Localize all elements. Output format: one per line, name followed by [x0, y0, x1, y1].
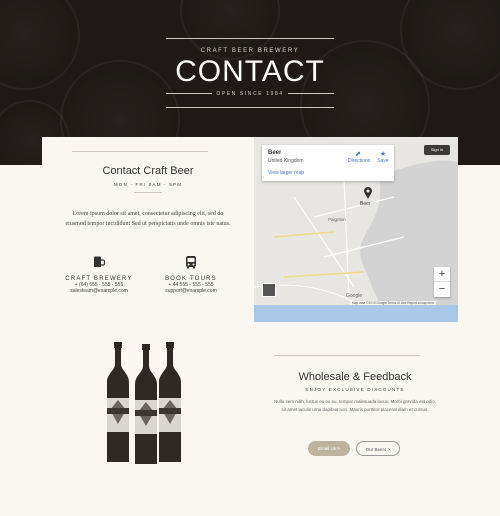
hero-kicker: CRAFT BEER BREWERY [200, 48, 300, 54]
directions-label: Directions [348, 158, 371, 164]
our-beers-button[interactable]: Our Beers > [356, 441, 400, 456]
brewery-contact: CRAFT BREWERY + (64) 555 - 555 - 555 sal… [54, 255, 144, 294]
wholesale-heading: Wholesale & Feedback [298, 371, 412, 383]
directions-icon: ⬈ [355, 151, 361, 158]
hero-subtitle-text: OPEN SINCE 1984 [212, 91, 288, 97]
map-place-label: Paignton [328, 217, 346, 222]
star-icon: ★ [379, 151, 387, 158]
hero-bottom-line [166, 107, 334, 108]
save-label: Save [377, 158, 389, 164]
google-map[interactable]: Beer United Kingdom View larger map ⬈ Di… [254, 137, 458, 322]
beer-bottles-image [107, 342, 181, 464]
wholesale-subtitle: ENJOY EXCLUSIVE DISCOUNTS [305, 387, 405, 392]
view-larger-map-link[interactable]: View larger map [268, 170, 388, 176]
contact-description: Lorem ipsum dolor sit amet, consectetur … [65, 211, 231, 227]
beer-mug-icon [94, 256, 106, 267]
hero-top-line [166, 38, 334, 39]
zoom-in-button[interactable]: + [434, 267, 450, 282]
hero-subtitle: OPEN SINCE 1984 [0, 91, 500, 97]
opening-hours: MON - FRI 8AM - 5PM [113, 182, 183, 187]
bottle-right [159, 342, 181, 462]
bus-icon [186, 256, 196, 269]
map-pin-icon[interactable] [364, 187, 372, 199]
directions-button[interactable]: ⬈ Directions [348, 150, 371, 164]
bottle-middle [135, 344, 157, 464]
map-attribution[interactable]: Map data ©2019 Google Terms of Use Repor… [350, 301, 437, 305]
email-us-button[interactable]: Email Us > [308, 441, 350, 456]
map-sign-in-button[interactable]: Sign in [424, 145, 450, 155]
contact-card: Contact Craft Beer MON - FRI 8AM - 5PM L… [42, 137, 254, 323]
save-button[interactable]: ★ Save [374, 150, 392, 164]
zoom-controls: + − [434, 267, 450, 297]
zoom-out-button[interactable]: − [434, 282, 450, 297]
brewery-email[interactable]: salesteam@example.com [54, 288, 144, 294]
wholesale-description: Nulla sem nibh, luctus eu ex eu, tempor … [273, 399, 437, 412]
page-title: CONTACT [175, 55, 325, 88]
google-watermark: Google [346, 293, 363, 299]
divider [274, 355, 420, 356]
map-pin-label: Beer [360, 201, 371, 207]
bottle-left [107, 342, 129, 462]
tours-contact: BOOK TOURS + 44 555 - 555 - 555 support@… [146, 255, 236, 294]
map-type-thumbnail[interactable] [262, 283, 276, 297]
popup-title: Beer [268, 150, 282, 156]
divider [134, 192, 162, 193]
map-info-popup: Beer United Kingdom View larger map ⬈ Di… [262, 145, 394, 181]
divider [72, 151, 208, 152]
tours-email[interactable]: support@example.com [146, 288, 236, 294]
popup-subtitle: United Kingdom [268, 158, 304, 164]
contact-heading: Contact Craft Beer [102, 165, 194, 177]
